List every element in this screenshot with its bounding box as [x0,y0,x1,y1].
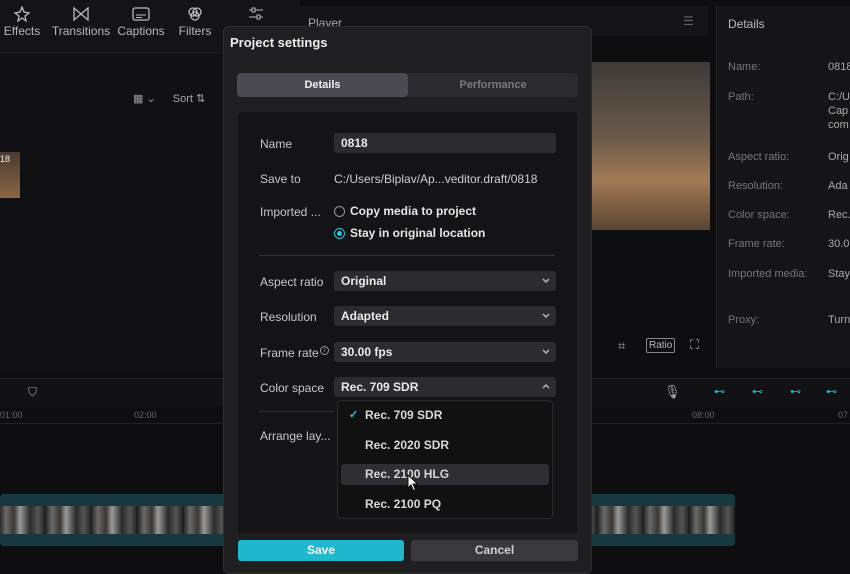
detail-label: Frame rate: [728,238,785,250]
copy-media-label[interactable]: Copy media to project [350,204,476,218]
stay-original-label[interactable]: Stay in original location [350,226,485,240]
detail-value: 30.0 [828,238,850,250]
detail-value: 0818 [828,61,850,73]
ruler-tick: 02:00 [134,410,157,420]
link-icon[interactable]: ⊷ [790,385,801,398]
info-icon[interactable]: i [320,346,329,355]
detail-value: Turn [828,314,850,326]
tab-performance[interactable]: Performance [408,73,578,97]
detail-value: Orig [828,151,849,163]
sort-controls[interactable]: ▦ ⌄ Sort ⇅ [133,92,205,105]
link-icon[interactable]: ⊷ [826,385,837,398]
settings-tabs: Details Performance [237,73,578,97]
stay-original-radio[interactable] [334,228,345,239]
imported-label: Imported ... [260,205,321,219]
fullscreen-icon[interactable]: ⛶ [690,337,699,353]
mouse-cursor-icon [407,474,419,492]
aspect-ratio-label: Aspect ratio [260,275,324,289]
link-icon[interactable]: ⊷ [714,385,725,398]
player-preview [592,62,710,230]
player-menu-icon[interactable]: ☰ [683,14,694,28]
screenshot-icon[interactable]: ⌗ [618,338,625,354]
save-button[interactable]: Save [238,540,404,561]
dialog-title: Project settings [230,35,328,50]
app-window: Effects Transitions Captions Filters ▦ ⌄… [0,0,850,574]
detail-label: Aspect ratio: [728,151,790,163]
chevron-down-icon [542,349,550,354]
sort-label: Sort [172,93,193,105]
color-space-value: Rec. 709 SDR [341,380,419,394]
captions-label: Captions [117,24,165,38]
ruler-tick: 01:00 [0,410,23,420]
checkmark-icon: ✓ [349,409,359,421]
effects-icon [13,6,31,22]
chevron-up-icon [542,384,550,389]
detail-value: Rec. [828,209,850,221]
option-label: Rec. 709 SDR [365,408,443,422]
details-panel-title: Details [728,17,765,31]
detail-value: Cap [828,105,849,117]
divider [259,255,555,256]
effects-label: Effects [3,24,41,38]
filters-icon [188,7,202,21]
transitions-icon [73,6,89,22]
detail-label: Name: [728,61,761,73]
marker-icon[interactable]: ⛉ [28,385,37,400]
transitions-label: Transitions [51,24,111,38]
color-space-option[interactable]: Rec. 2020 SDR [341,435,549,456]
thumbnail-duration: 18 [0,154,11,164]
name-field[interactable]: 0818 [334,133,556,153]
color-space-option[interactable]: Rec. 2100 HLG [341,464,549,485]
aspect-ratio-select[interactable]: Original [334,271,556,291]
chevron-down-icon [542,313,550,318]
detail-value: Stay [828,268,850,280]
color-space-label: Color space [260,381,325,395]
option-label: Rec. 2100 PQ [365,497,442,511]
cancel-button[interactable]: Cancel [411,540,578,561]
divider [259,411,335,412]
detail-label: Imported media: [728,268,808,280]
color-space-select[interactable]: Rec. 709 SDR [334,377,556,397]
tab-details[interactable]: Details [237,73,408,97]
chevron-down-icon [542,278,550,283]
color-space-option[interactable]: ✓ Rec. 709 SDR [341,405,549,426]
save-to-label: Save to [260,172,301,186]
filters-tool[interactable]: Filters [160,6,230,38]
sort-icon: ⇅ [195,93,206,105]
resolution-label: Resolution [260,310,317,324]
color-space-option[interactable]: Rec. 2100 PQ [341,494,549,515]
option-label: Rec. 2020 SDR [365,438,450,452]
grid-view-icon[interactable]: ▦ ⌄ [133,93,156,105]
detail-value: Ada [828,180,848,192]
name-label: Name [260,137,293,151]
detail-label: Proxy: [728,314,760,326]
detail-value: C:/U [828,91,850,103]
arrange-layers-label: Arrange lay... [260,429,331,443]
player-controls: ⌗ Ratio ⛶ [592,336,712,360]
copy-media-radio[interactable] [334,206,345,217]
captions-icon [132,7,150,21]
resolution-select[interactable]: Adapted [334,306,556,326]
frame-rate-value: 30.00 fps [341,345,393,359]
detail-label: Color space: [728,209,790,221]
detail-label: Resolution: [728,180,784,192]
filters-label: Filters [178,24,212,38]
frame-rate-label: Frame rate [260,346,319,360]
detail-value: com [828,119,849,131]
ruler-tick: 07 [838,410,849,420]
adjust-icon[interactable] [247,6,265,22]
aspect-ratio-value: Original [341,274,387,288]
resolution-value: Adapted [341,309,389,323]
ruler-tick: 08:00 [692,410,715,420]
frame-rate-select[interactable]: 30.00 fps [334,342,556,362]
microphone-icon[interactable]: 🎙 [664,384,681,400]
save-to-path[interactable]: C:/Users/Biplav/Ap...veditor.draft/0818 [334,172,537,186]
link-icon[interactable]: ⊷ [752,385,763,398]
ratio-button[interactable]: Ratio [646,338,676,353]
detail-label: Path: [728,91,754,103]
